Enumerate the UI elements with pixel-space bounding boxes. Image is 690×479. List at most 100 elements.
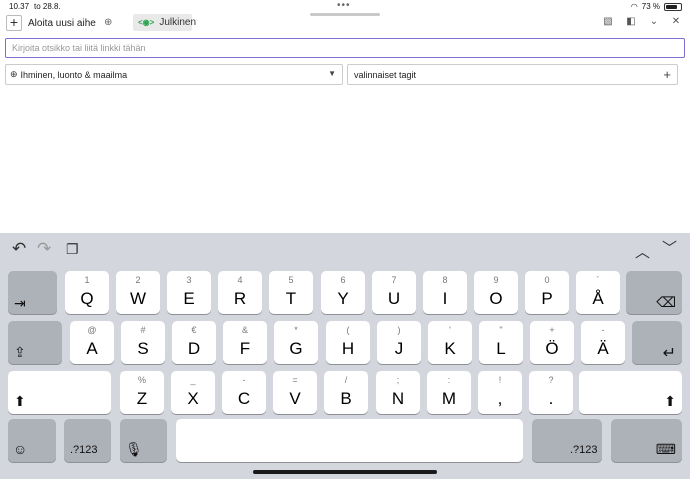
shift-icon: ⬆ <box>14 393 26 409</box>
key-row3-8[interactable]: ?. <box>529 371 573 414</box>
collapse-icon[interactable]: ⌄ <box>648 16 660 27</box>
key-primary-label: F <box>239 339 251 358</box>
key-secondary-label: 0 <box>544 275 550 285</box>
key-row3-3[interactable]: = V <box>273 371 317 414</box>
title-input[interactable] <box>5 38 685 58</box>
chevron-down-icon[interactable]: ﹀ <box>662 237 677 258</box>
key-secondary-label: 7 <box>391 275 397 285</box>
key-primary-label: D <box>187 339 201 358</box>
key-row1-4[interactable]: 5T <box>269 271 313 314</box>
key-secondary-label: @ <box>87 325 97 335</box>
key-secondary-label: ( <box>346 325 350 335</box>
paste-icon[interactable]: ❐ <box>66 241 79 258</box>
key-row1-2[interactable]: 3E <box>167 271 211 314</box>
add-tag-icon[interactable]: + <box>663 67 671 82</box>
key-row2-2[interactable]: € D <box>172 321 216 364</box>
key-row2-10[interactable]: -Ä <box>581 321 625 364</box>
key-row1-3[interactable]: 4R <box>218 271 262 314</box>
key-primary-label: B <box>340 389 352 408</box>
key-secondary-label: + <box>549 325 555 335</box>
redo-icon[interactable]: ↷ <box>37 239 51 259</box>
key-row1-10[interactable]: ´ Å <box>576 271 620 314</box>
screen: 10.37 to 28.8. ••• ◠ 73 % + Aloita uusi … <box>0 0 690 479</box>
new-topic-title: Aloita uusi aihe <box>28 18 96 29</box>
key-row2-4[interactable]: * G <box>274 321 318 364</box>
return-key[interactable]: ↵ <box>632 321 682 364</box>
key-row3-6[interactable]: :M <box>427 371 471 414</box>
key-primary-label: Q <box>80 289 94 308</box>
key-row1-9[interactable]: 0P <box>525 271 569 314</box>
key-row1-7[interactable]: 8I <box>423 271 467 314</box>
key-primary-label: Ä <box>597 339 609 358</box>
key-secondary-label: ! <box>498 375 502 385</box>
numbers-key-label: .?123 <box>70 444 98 456</box>
caps-lock-key[interactable]: ⇪ <box>8 321 62 364</box>
key-row2-1[interactable]: # S <box>121 321 165 364</box>
key-primary-label: X <box>187 389 199 408</box>
key-row3-1[interactable]: _ X <box>171 371 215 414</box>
left-shift-key[interactable]: ⬆ <box>8 371 111 414</box>
key-row2-8[interactable]: " L <box>479 321 523 364</box>
battery-percent: 73 % <box>641 2 660 11</box>
key-secondary-label: 3 <box>186 275 192 285</box>
key-row2-0[interactable]: @ A <box>70 321 114 364</box>
key-row3-2[interactable]: -C <box>222 371 266 414</box>
undo-icon[interactable]: ↶ <box>12 239 26 259</box>
key-row3-0[interactable]: % Z <box>120 371 164 414</box>
multitasking-dots-icon[interactable]: ••• <box>337 0 351 11</box>
sidebar-toggle-icon[interactable]: ◧ <box>625 16 637 27</box>
home-indicator[interactable] <box>253 470 437 474</box>
key-row1-5[interactable]: 6Y <box>321 271 365 314</box>
key-primary-label: Ö <box>545 339 559 358</box>
category-globe-icon: ⊕ <box>10 69 18 79</box>
key-primary-label: O <box>489 289 503 308</box>
key-secondary-label: : <box>447 375 451 385</box>
emoji-key[interactable]: ☺ <box>8 419 56 462</box>
key-secondary-label: _ <box>190 375 196 385</box>
key-row1-8[interactable]: 9O <box>474 271 518 314</box>
space-key[interactable] <box>176 419 523 462</box>
right-shift-key[interactable]: ⬆ <box>579 371 682 414</box>
key-secondary-label: 2 <box>135 275 141 285</box>
key-row1-0[interactable]: 1Q <box>65 271 109 314</box>
key-row3-7[interactable]: !, <box>478 371 522 414</box>
numbers-key-left[interactable]: .?123 <box>64 419 111 462</box>
globe-icon[interactable]: ⊕ <box>104 17 112 28</box>
key-row2-5[interactable]: (H <box>326 321 370 364</box>
eye-icon: <◉> <box>138 18 155 27</box>
key-row1-1[interactable]: 2W <box>116 271 160 314</box>
key-row2-7[interactable]: ' K <box>428 321 472 364</box>
key-row2-9[interactable]: + Ö <box>530 321 574 364</box>
key-row1-6[interactable]: 7U <box>372 271 416 314</box>
key-secondary-label: ) <box>397 325 401 335</box>
tags-placeholder: valinnaiset tagit <box>354 69 417 80</box>
key-primary-label: P <box>541 289 553 308</box>
key-secondary-label: ´ <box>596 275 600 285</box>
tags-input[interactable]: valinnaiset tagit + <box>347 64 678 85</box>
key-row3-5[interactable]: ; N <box>376 371 420 414</box>
key-secondary-label: ' <box>449 325 451 335</box>
key-row3-4[interactable]: / B <box>324 371 368 414</box>
microphone-icon: 🎙︎ <box>125 441 143 457</box>
numbers-key-right[interactable]: .?123 <box>532 419 602 462</box>
key-row2-3[interactable]: & F <box>223 321 267 364</box>
backspace-icon: ⌫ <box>656 294 676 310</box>
hide-keyboard-key[interactable]: ⌨ <box>611 419 682 462</box>
close-icon[interactable]: ✕ <box>670 16 682 27</box>
chevron-up-icon[interactable]: ︿ <box>635 241 650 262</box>
dictation-key[interactable]: 🎙︎ <box>120 419 167 462</box>
key-secondary-label: 1 <box>84 275 90 285</box>
category-select[interactable]: ⊕ Ihminen, luonto & maailma ▼ <box>5 64 343 85</box>
toggle-preview-icon[interactable]: ▧ <box>602 16 614 27</box>
key-primary-label: C <box>237 389 251 408</box>
status-bar: 10.37 to 28.8. ••• ◠ 73 % <box>0 0 690 14</box>
tab-key[interactable]: ⇥ <box>8 271 57 314</box>
key-row2-6[interactable]: ) J <box>377 321 421 364</box>
key-secondary-label: * <box>294 325 298 335</box>
new-topic-plus-icon[interactable]: + <box>6 15 22 31</box>
key-secondary-label: ; <box>396 375 400 385</box>
key-primary-label: U <box>387 289 401 308</box>
backspace-key[interactable]: ⌫ <box>626 271 682 314</box>
visibility-badge[interactable]: <◉> Julkinen <box>133 14 196 31</box>
key-primary-label: Y <box>337 289 349 308</box>
